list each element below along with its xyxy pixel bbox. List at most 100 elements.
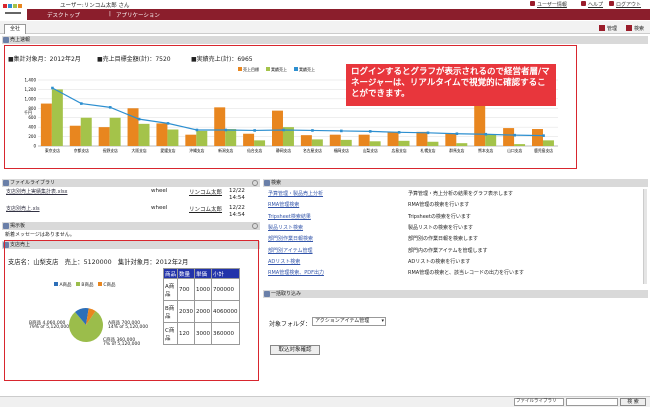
y-axis-label: 千円 — [24, 109, 32, 115]
x-tick-label: 広島支店 — [392, 148, 407, 153]
import-confirm-button[interactable]: 取込対象確認 — [270, 345, 320, 355]
nav-desktop[interactable]: デスクトップ — [47, 11, 80, 19]
file-row: 支店別売上.xls wheel リンコム太郎 12/22 14:54 — [6, 205, 258, 219]
pie-label-a2: 14% of 5,120,000 — [108, 325, 149, 330]
bar — [185, 134, 197, 146]
search-button[interactable]: 検 索 — [620, 398, 646, 406]
bar — [398, 140, 410, 146]
search-link[interactable]: 部門別作業日報検索 — [268, 235, 313, 242]
logout-icon[interactable] — [609, 1, 614, 6]
chevron-down-icon: ▾ — [381, 318, 384, 324]
nav-bar: デスクトップ | アプリケーション — [27, 9, 650, 20]
import-panel-header: 一括取り込み — [263, 290, 648, 298]
x-tick-label: 山梨支店 — [363, 148, 378, 153]
y-tick-label: 0 — [33, 144, 36, 149]
bar — [311, 139, 323, 146]
line-point — [80, 102, 83, 105]
bar — [427, 141, 439, 146]
bar — [485, 134, 497, 146]
search-link[interactable]: ADリスト検索 — [268, 258, 300, 265]
search-icon[interactable] — [626, 25, 632, 31]
pie-label-b2: 79% of 5,120,000 — [29, 325, 70, 330]
gear-icon[interactable] — [252, 180, 258, 186]
search-row: RMA管理検索 RMA管理の検索を行います — [268, 201, 638, 211]
bar — [272, 110, 283, 146]
search-input[interactable] — [566, 398, 618, 406]
store-sales-table: 商品 数量 単価 小計 A商品 700 1000 700000 B商品 2030… — [163, 268, 240, 345]
manage-link[interactable]: 管理 — [607, 25, 617, 32]
file-panel-header: ファイルライブラリ — [2, 179, 260, 187]
table-row: A商品 700 1000 700000 — [163, 278, 240, 301]
x-tick-label: 愛媛支店 — [160, 148, 175, 153]
legend-label: 実績売上 — [299, 66, 315, 72]
search-list: 予算管理・製品売上分析 予算管理・売上分析の結果をグラフ表示します RMA管理検索 R… — [268, 190, 646, 280]
x-tick-label: 静岡支店 — [276, 148, 291, 153]
x-tick-label: 新潟支店 — [218, 148, 233, 153]
x-tick-label: 東京支店 — [45, 148, 60, 153]
file-creator-link[interactable]: リンコム太郎 — [189, 205, 222, 213]
legend-b: B商品 — [81, 283, 94, 288]
period-label: ■集計対象月：2012年2月 — [8, 56, 81, 63]
table-cell: 700 — [177, 278, 195, 301]
search-link[interactable]: 検索 — [634, 25, 644, 32]
help-link[interactable]: ヘルプ — [588, 1, 603, 8]
x-tick-label: 熊本支店 — [478, 148, 493, 153]
nav-applications[interactable]: アプリケーション — [116, 11, 160, 19]
nav-divider: | — [109, 11, 111, 17]
line-point — [224, 128, 228, 132]
tab-row: 管理 検索 — [0, 21, 650, 34]
folder-icon — [3, 180, 9, 186]
pie-legend: A商品 B商品 C商品 — [54, 282, 116, 288]
line-point — [340, 129, 343, 133]
file-date: 12/22 — [229, 188, 245, 194]
bar — [51, 89, 63, 146]
bar — [40, 103, 52, 146]
search-link[interactable]: Tripsheet検索結果 — [268, 213, 311, 220]
y-tick-label: 1,000 — [25, 96, 37, 101]
x-tick-label: 沖縄支店 — [189, 148, 204, 153]
user-info-icon[interactable] — [530, 1, 535, 6]
table-cell: 360000 — [211, 322, 240, 345]
x-tick-label: 名古屋支店 — [303, 148, 322, 153]
overlay-text: ログインするとグラフが表示されるので経営者層/マネージャーは、リアルタイムで視覚… — [351, 67, 550, 99]
search-scrollbar[interactable] — [643, 189, 647, 284]
actual-label: ■実績売上(計)：6965 — [191, 56, 253, 63]
logout-link[interactable]: ログアウト — [616, 1, 641, 8]
tab-company[interactable]: 全社 — [4, 24, 26, 34]
table-header: 単価 — [194, 268, 212, 279]
search-scope-select[interactable]: ファイルライブラリ — [514, 398, 564, 406]
search-link[interactable]: 製品リスト検索 — [268, 224, 303, 231]
search-link[interactable]: 予算管理・製品売上分析 — [268, 190, 323, 197]
board-icon — [3, 223, 9, 229]
file-name-link[interactable]: 支店別売上.xls — [6, 205, 40, 212]
user-info-link[interactable]: ユーザー情報 — [537, 1, 567, 8]
bar — [445, 133, 457, 146]
search-link[interactable]: RMA管理検索 — [268, 201, 299, 208]
line-point — [166, 122, 170, 125]
file-time: 14:54 — [229, 195, 245, 201]
search-row: ADリスト検索 ADリストの検索を行います — [268, 258, 638, 268]
search-link[interactable]: RMA管理検索、PDF出力 — [268, 269, 324, 276]
line-point — [51, 86, 54, 90]
bar — [542, 140, 554, 146]
target-label: ■売上目標金額(計)：7520 — [97, 56, 171, 63]
refresh-icon[interactable] — [252, 223, 258, 229]
help-icon[interactable] — [581, 1, 586, 6]
y-tick-label: 600 — [28, 115, 36, 120]
search-desc: 製品リストの検索を行います — [408, 224, 474, 231]
panel-icon — [3, 37, 9, 43]
bar — [254, 140, 266, 146]
file-name-link[interactable]: 支店別売上実績集計表.xlsx — [6, 188, 91, 195]
file-creator-link[interactable]: リンコム太郎 — [189, 188, 222, 196]
table-cell: 2030 — [177, 300, 195, 323]
manage-icon[interactable] — [599, 25, 605, 31]
search-link[interactable]: 部門別アイテム管理 — [268, 247, 313, 254]
status-bar: ファイルライブラリ 検 索 — [0, 396, 650, 407]
bar — [80, 117, 92, 146]
file-date: 12/22 — [229, 205, 245, 211]
folder-select[interactable]: アクションアイテム管理 ▾ — [312, 317, 386, 326]
bar — [156, 123, 168, 146]
search-row: 製品リスト検索 製品リストの検索を行います — [268, 224, 638, 234]
bar — [387, 131, 399, 146]
search-row: 部門別作業日報検索 部門別の作業日報を検索します — [268, 235, 638, 245]
